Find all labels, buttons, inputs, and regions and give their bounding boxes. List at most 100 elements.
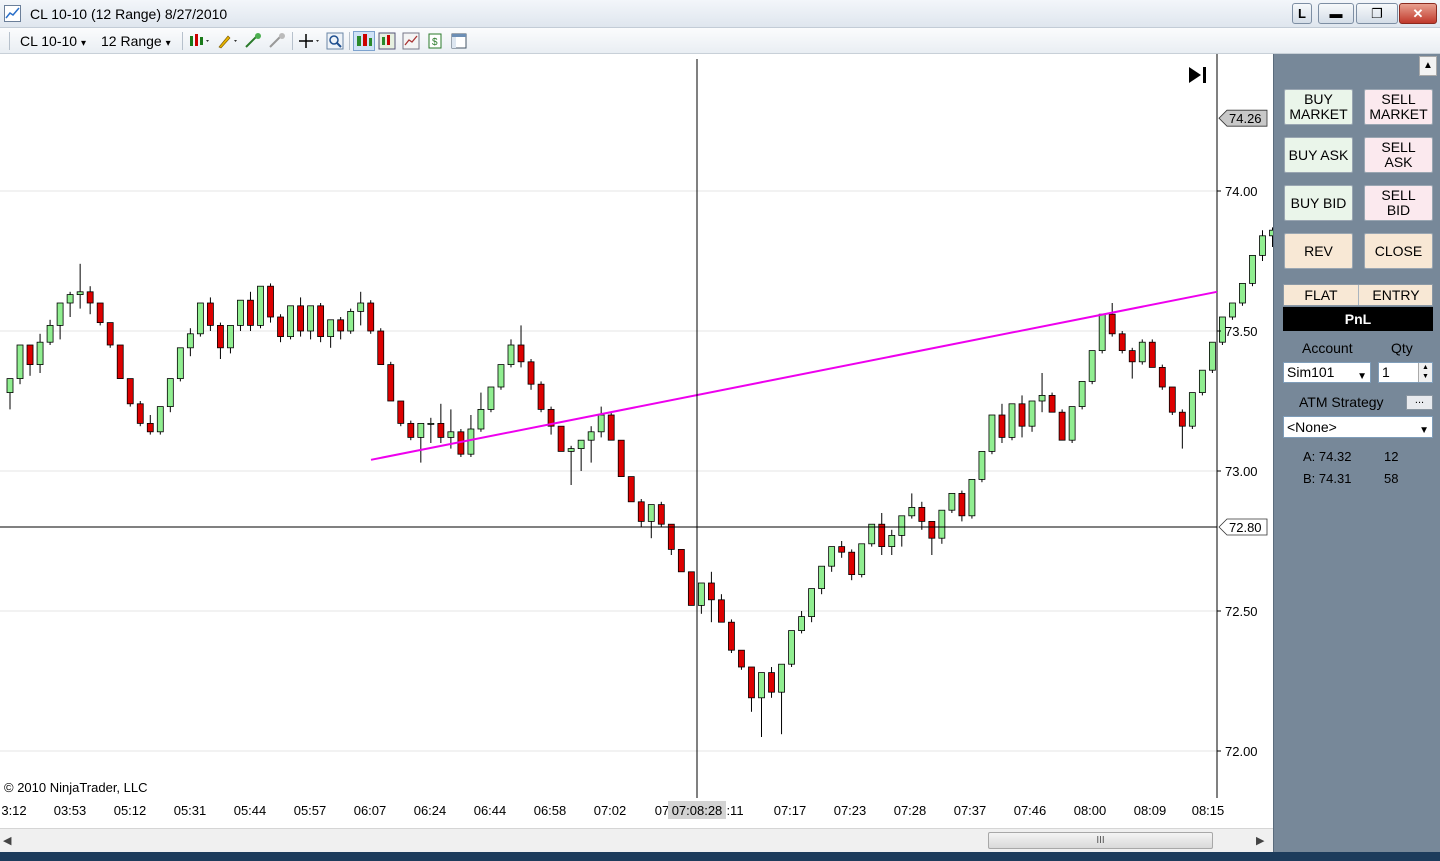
chart-panel[interactable]: 74.00 73.50 73.00 72.50 72.00 74.26 72.80 3:12 0… — [0, 54, 1273, 828]
instrument-selector[interactable]: CL 10-10 ▾ — [20, 33, 86, 49]
bid-price: B: 74.31 — [1303, 471, 1352, 486]
candle-body — [848, 551, 856, 576]
zoom-icon[interactable] — [326, 32, 344, 50]
buy-market-button[interactable]: BUY MARKET — [1284, 89, 1353, 125]
panel-scroll-up-icon[interactable]: ▲ — [1419, 56, 1437, 76]
sell-ask-label: SELL ASK — [1381, 139, 1416, 170]
candle — [557, 425, 565, 452]
scroll-right-icon[interactable]: ▶ — [1256, 834, 1264, 847]
candle-body — [397, 400, 405, 424]
candle — [347, 308, 355, 334]
quantity-stepper[interactable]: 1 ▲ ▼ — [1378, 362, 1433, 383]
interval-label: 12 Range — [101, 33, 162, 49]
close-label: CLOSE — [1374, 242, 1423, 259]
entry-price-label: ENTRY — [1372, 287, 1420, 303]
candle — [196, 302, 204, 337]
draw-pencil-icon[interactable] — [216, 32, 240, 50]
candle-body — [778, 663, 785, 693]
candle-body — [1048, 394, 1056, 413]
interval-selector[interactable]: 12 Range ▾ — [101, 33, 171, 49]
candle-body — [1188, 392, 1196, 427]
qty-label: Qty — [1391, 340, 1413, 356]
candle-body — [708, 582, 715, 601]
candle — [637, 499, 645, 527]
window-icon[interactable] — [450, 32, 468, 50]
candle-body — [237, 299, 244, 326]
data-box-icon[interactable] — [378, 32, 396, 50]
candle — [186, 328, 194, 357]
candle-body — [1209, 341, 1216, 371]
time-axis-label: 08:15 — [1192, 803, 1225, 818]
chart-style-icon[interactable] — [188, 32, 212, 50]
minimize-button[interactable]: ▬ — [1318, 3, 1354, 24]
reverse-button[interactable]: REV — [1284, 233, 1353, 269]
sell-ask-button[interactable]: SELL ASK — [1364, 137, 1433, 173]
candle-body — [517, 344, 525, 363]
restore-button[interactable]: ❐ — [1356, 3, 1398, 24]
candle-body — [357, 302, 365, 312]
candle-body — [367, 302, 375, 332]
crosshair-icon[interactable] — [298, 32, 322, 50]
candle-body — [908, 506, 916, 517]
close-window-button[interactable]: ✕ — [1399, 3, 1437, 24]
candle-body — [86, 291, 94, 304]
candle — [387, 361, 395, 402]
time-axis-label: :11 — [726, 803, 743, 818]
chevron-down-icon: ▼ — [1419, 425, 1429, 436]
horizontal-scrollbar[interactable]: ◀ III ▶ — [0, 828, 1273, 852]
candle — [497, 364, 505, 390]
time-axis-label: 05:12 — [114, 803, 147, 818]
candle — [427, 417, 435, 443]
go-to-end-icon[interactable] — [1186, 64, 1210, 86]
close-position-button[interactable]: CLOSE — [1364, 233, 1433, 269]
sell-bid-button[interactable]: SELL BID — [1364, 185, 1433, 221]
candle — [527, 359, 535, 390]
chart-trader-icon[interactable] — [353, 31, 375, 51]
candle — [1249, 254, 1256, 287]
price-chart[interactable]: 74.00 73.50 73.00 72.50 72.00 74.26 72.80 3:12 0… — [0, 54, 1273, 828]
candle — [828, 546, 836, 572]
time-axis-label: 07:23 — [834, 803, 867, 818]
candle — [687, 571, 695, 606]
scroll-thumb[interactable]: III — [988, 832, 1213, 849]
scroll-left-icon[interactable]: ◀ — [3, 834, 11, 847]
candle-body — [1229, 302, 1236, 318]
add-indicator-icon[interactable] — [244, 32, 262, 50]
qty-value: 1 — [1382, 364, 1390, 380]
strategies-icon[interactable] — [402, 32, 420, 50]
candle — [487, 386, 495, 413]
time-axis-label: 03:53 — [54, 803, 87, 818]
buy-bid-button[interactable]: BUY BID — [1284, 185, 1353, 221]
spin-icon[interactable]: ▲ ▼ — [1418, 363, 1432, 382]
sell-market-button[interactable]: SELL MARKET — [1364, 89, 1433, 125]
buy-ask-button[interactable]: BUY ASK — [1284, 137, 1353, 173]
atm-options-button[interactable]: ... — [1406, 395, 1433, 410]
candle — [146, 415, 154, 435]
time-axis-label: 07 — [655, 803, 669, 818]
candle-body — [637, 501, 645, 522]
candle — [567, 445, 575, 485]
candle — [407, 420, 415, 441]
properties-icon[interactable]: $ — [426, 32, 444, 50]
link-button[interactable]: L — [1292, 3, 1312, 24]
candle — [46, 319, 54, 345]
bid-size: 58 — [1384, 471, 1399, 486]
candle — [758, 672, 765, 737]
account-select[interactable]: Sim101 ▼ — [1283, 362, 1371, 383]
candle-body — [166, 378, 174, 408]
time-axis-label: 07:46 — [1014, 803, 1047, 818]
candle-body — [567, 448, 575, 452]
candle-body — [417, 422, 425, 438]
atm-strategy-select[interactable]: <None> ▼ — [1283, 416, 1433, 438]
candle-body — [1038, 394, 1046, 402]
candle — [718, 594, 725, 623]
candle-body — [697, 582, 705, 606]
candle — [928, 520, 936, 555]
candle — [96, 302, 104, 326]
candle — [257, 285, 264, 329]
remove-indicator-icon[interactable] — [268, 32, 286, 50]
candle-body — [657, 504, 665, 525]
candle-body — [1239, 282, 1246, 304]
svg-text:$: $ — [432, 37, 438, 48]
buy-market-label: BUY MARKET — [1289, 91, 1348, 122]
